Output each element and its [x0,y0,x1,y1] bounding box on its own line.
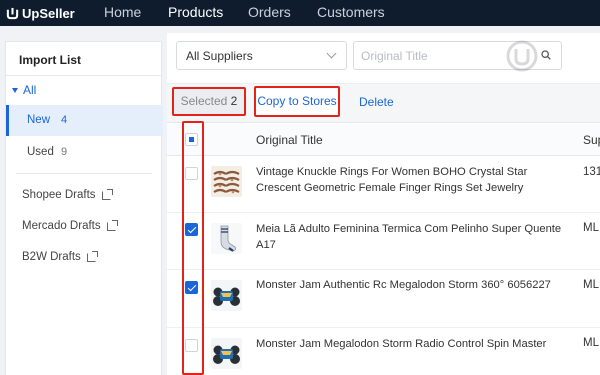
mercado-drafts-label: Mercado Drafts [22,220,101,232]
table-row[interactable]: Meia Lã Adulto Feminina Termica Com Peli… [167,213,600,270]
sidebar-item-all-label: All [23,83,37,97]
nav-products[interactable]: Products [168,0,223,26]
sidebar-item-used-count: 9 [61,146,68,158]
sidebar-item-all[interactable]: All [12,83,36,97]
import-list-sidebar: Import List All New 4 Used 9 Shopee Draf… [5,41,163,375]
sidebar-divider [16,173,152,174]
supplier-select[interactable]: All Suppliers [176,41,347,70]
external-link-icon [86,250,98,262]
sidebar-item-used-label: Used [27,146,54,158]
logo-text: UpSeller [22,5,75,21]
sidebar-item-shopee-drafts[interactable]: Shopee Drafts [22,188,113,201]
table-row[interactable]: Monster Jam Authentic Rc Megalodon Storm… [167,270,600,328]
sidebar-item-new[interactable]: New 4 [6,105,163,136]
watermark-logo-icon [506,40,538,72]
checkbox-column-highlight [182,121,204,375]
b2w-drafts-label: B2W Drafts [22,251,81,263]
table-row[interactable]: Vintage Knuckle Rings For Women BOHO Cry… [167,157,600,213]
socks-thumbnail[interactable] [211,223,242,254]
upseller-logo-icon [6,7,19,19]
top-nav: UpSeller Home Products Orders Customers [0,0,600,26]
supplier-cell: 131 [583,166,600,178]
sidebar-item-used[interactable]: Used 9 [6,139,163,165]
supplier-cell: MLI [583,222,600,234]
bulk-action-bar: Selected 2 Copy to Stores Delete [167,83,600,123]
nav-orders[interactable]: Orders [248,0,291,26]
copy-to-stores-button[interactable]: Copy to Stores [254,86,340,117]
caret-down-icon [12,87,18,93]
supplier-cell: MLI [583,279,600,291]
product-title[interactable]: Vintage Knuckle Rings For Women BOHO Cry… [256,164,566,196]
product-title[interactable]: Meia Lã Adulto Feminina Termica Com Peli… [256,221,566,253]
nav-home[interactable]: Home [104,0,141,26]
sidebar-divider [6,75,161,76]
external-link-icon [106,219,118,231]
nav-customers[interactable]: Customers [317,0,385,26]
import-list-main: All Suppliers Selected 2 Copy to Stores … [167,33,600,375]
selected-count: 2 [230,94,238,108]
supplier-cell: MLI [583,337,600,349]
delete-button[interactable]: Delete [359,95,394,109]
table-row[interactable]: Monster Jam Megalodon Storm Radio Contro… [167,328,600,375]
table-header: Original Title Sup [167,124,600,156]
sidebar-item-new-label: New [27,114,51,126]
supplier-select-value: All Suppliers [186,49,253,63]
column-header-original-title: Original Title [256,133,323,147]
sidebar-item-mercado-drafts[interactable]: Mercado Drafts [22,219,118,232]
sidebar-item-new-count: 4 [61,114,68,126]
external-link-icon [101,188,113,200]
rc-truck-thumbnail[interactable] [211,280,242,311]
column-header-supplier: Sup [583,133,600,147]
chevron-down-icon [326,48,337,59]
sidebar-title: Import List [19,53,81,67]
product-title[interactable]: Monster Jam Megalodon Storm Radio Contro… [256,336,566,352]
selected-count-indicator: Selected 2 [172,87,246,116]
product-title[interactable]: Monster Jam Authentic Rc Megalodon Storm… [256,277,566,293]
upseller-logo[interactable]: UpSeller [6,4,75,22]
selected-label: Selected [180,94,228,108]
shopee-drafts-label: Shopee Drafts [22,189,96,201]
search-icon[interactable] [541,50,551,60]
rings-thumbnail[interactable] [211,166,242,197]
rc-truck-thumbnail[interactable] [211,338,242,369]
sidebar-item-b2w-drafts[interactable]: B2W Drafts [22,250,98,263]
